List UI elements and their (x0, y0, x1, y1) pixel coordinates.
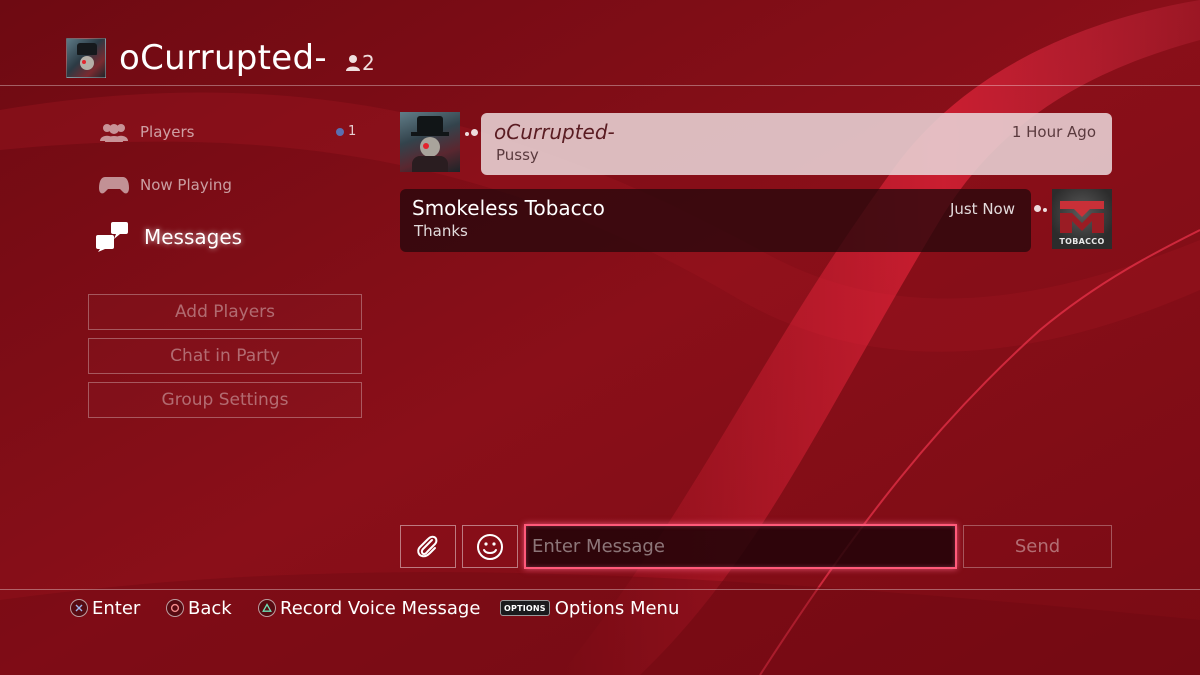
players-count-badge: 1 (348, 124, 357, 139)
message-text: Pussy (496, 146, 539, 164)
member-count: 2 (362, 51, 375, 75)
footer-hint-label: Record Voice Message (280, 597, 481, 619)
user-avatar[interactable]: TOBACCO (1052, 189, 1112, 249)
attach-button[interactable] (400, 525, 456, 568)
message-time: 1 Hour Ago (1011, 123, 1096, 141)
footer-hint-record: Record Voice Message (258, 597, 480, 619)
players-icon (100, 124, 128, 142)
group-settings-button[interactable]: Group Settings (88, 382, 362, 418)
message-bubble-received[interactable]: oCurrupted- 1 Hour Ago Pussy (481, 113, 1112, 175)
sidebar-item-label: Messages (144, 225, 243, 249)
messages-icon (96, 222, 128, 252)
header-divider (0, 85, 1200, 86)
group-avatar (66, 38, 106, 78)
gamepad-icon (99, 177, 129, 194)
footer-divider (0, 589, 1200, 590)
triangle-button-icon (258, 599, 276, 617)
footer-hint-label: Back (188, 597, 232, 619)
message-bubble-sent[interactable]: Smokeless Tobacco Just Now Thanks (400, 189, 1031, 252)
footer-hint-back: Back (166, 597, 232, 619)
message-time: Just Now (949, 200, 1015, 218)
sender-avatar[interactable] (400, 112, 460, 172)
message-text: Thanks (414, 222, 468, 240)
online-dot (336, 128, 344, 136)
avatar-caption: TOBACCO (1059, 237, 1105, 246)
sidebar-item-label: Players (140, 123, 195, 141)
message-sender: Smokeless Tobacco (412, 196, 605, 220)
chat-in-party-button[interactable]: Chat in Party (88, 338, 362, 374)
footer-hint-label: Options Menu (554, 597, 680, 619)
footer-hint-options: OPTIONS Options Menu (500, 597, 679, 619)
sidebar-item-label: Now Playing (140, 176, 232, 194)
cross-button-icon (70, 599, 88, 617)
page-title: oCurrupted- (119, 38, 327, 78)
circle-button-icon (166, 599, 184, 617)
footer-hint-enter: Enter (70, 597, 140, 619)
emoji-button[interactable] (462, 525, 518, 568)
footer-hint-label: Enter (92, 597, 141, 619)
person-icon (346, 55, 360, 71)
message-input[interactable] (524, 524, 957, 569)
send-button[interactable]: Send (963, 525, 1112, 568)
options-button-icon: OPTIONS (500, 600, 550, 616)
smiley-icon (477, 533, 503, 560)
sidebar-item-players[interactable]: Players (98, 117, 195, 147)
message-sender: oCurrupted- (494, 120, 615, 144)
sidebar-item-messages[interactable]: Messages (94, 222, 242, 252)
add-players-button[interactable]: Add Players (88, 294, 362, 330)
paperclip-icon (417, 535, 438, 557)
sidebar-item-now-playing[interactable]: Now Playing (98, 170, 232, 200)
